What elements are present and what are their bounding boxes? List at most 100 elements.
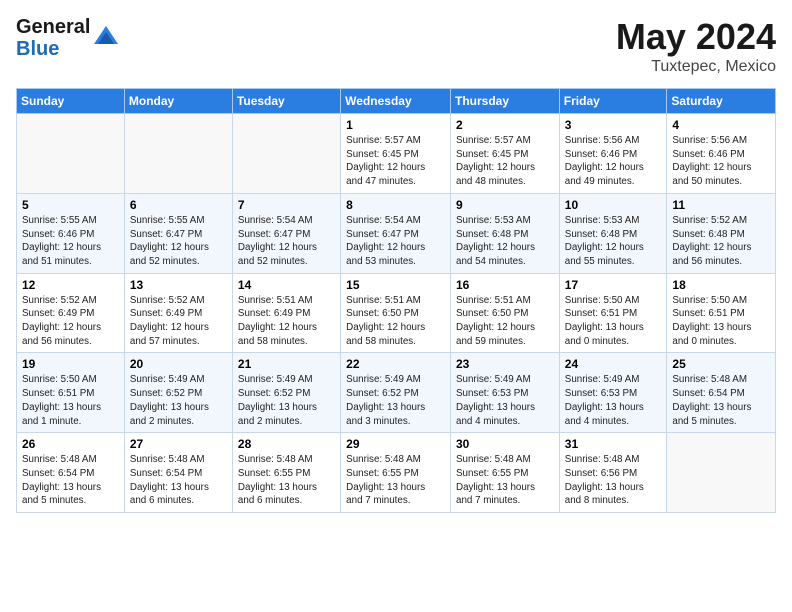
day-number: 15 xyxy=(346,278,445,292)
day-number: 23 xyxy=(456,357,554,371)
day-number: 30 xyxy=(456,437,554,451)
day-info: Sunrise: 5:54 AM Sunset: 6:47 PM Dayligh… xyxy=(238,214,335,269)
day-number: 17 xyxy=(565,278,662,292)
calendar-table: SundayMondayTuesdayWednesdayThursdayFrid… xyxy=(16,88,776,513)
day-info: Sunrise: 5:50 AM Sunset: 6:51 PM Dayligh… xyxy=(22,373,119,428)
calendar-cell xyxy=(232,114,340,194)
header-thursday: Thursday xyxy=(451,89,560,114)
day-info: Sunrise: 5:54 AM Sunset: 6:47 PM Dayligh… xyxy=(346,214,445,269)
logo-blue: Blue xyxy=(16,38,90,60)
day-number: 21 xyxy=(238,357,335,371)
day-info: Sunrise: 5:53 AM Sunset: 6:48 PM Dayligh… xyxy=(565,214,662,269)
day-info: Sunrise: 5:52 AM Sunset: 6:49 PM Dayligh… xyxy=(130,294,227,349)
day-number: 14 xyxy=(238,278,335,292)
day-number: 8 xyxy=(346,198,445,212)
day-info: Sunrise: 5:51 AM Sunset: 6:50 PM Dayligh… xyxy=(346,294,445,349)
calendar-cell: 19Sunrise: 5:50 AM Sunset: 6:51 PM Dayli… xyxy=(17,353,125,433)
logo-icon xyxy=(92,24,120,52)
calendar-cell xyxy=(17,114,125,194)
calendar-cell xyxy=(667,433,776,513)
day-info: Sunrise: 5:55 AM Sunset: 6:46 PM Dayligh… xyxy=(22,214,119,269)
day-number: 13 xyxy=(130,278,227,292)
day-number: 1 xyxy=(346,118,445,132)
day-info: Sunrise: 5:50 AM Sunset: 6:51 PM Dayligh… xyxy=(672,294,770,349)
calendar-cell xyxy=(124,114,232,194)
calendar-cell: 8 Sunrise: 5:54 AM Sunset: 6:47 PM Daylig… xyxy=(341,193,451,273)
page-header: General Blue May 2024 Tuxtepec, Mexico xyxy=(16,16,776,76)
week-row-4: 26Sunrise: 5:48 AM Sunset: 6:54 PM Dayli… xyxy=(17,433,776,513)
calendar-header-row: SundayMondayTuesdayWednesdayThursdayFrid… xyxy=(17,89,776,114)
day-number: 11 xyxy=(672,198,770,212)
day-info: Sunrise: 5:49 AM Sunset: 6:52 PM Dayligh… xyxy=(238,373,335,428)
calendar-cell: 1 Sunrise: 5:57 AM Sunset: 6:45 PM Daylig… xyxy=(341,114,451,194)
logo-general: General xyxy=(16,16,90,38)
calendar-cell: 22Sunrise: 5:49 AM Sunset: 6:52 PM Dayli… xyxy=(341,353,451,433)
day-number: 16 xyxy=(456,278,554,292)
week-row-0: 1 Sunrise: 5:57 AM Sunset: 6:45 PM Daylig… xyxy=(17,114,776,194)
calendar-cell: 11 Sunrise: 5:52 AM Sunset: 6:48 PM Dayli… xyxy=(667,193,776,273)
day-info: Sunrise: 5:49 AM Sunset: 6:53 PM Dayligh… xyxy=(565,373,662,428)
calendar-cell: 28Sunrise: 5:48 AM Sunset: 6:55 PM Dayli… xyxy=(232,433,340,513)
header-friday: Friday xyxy=(559,89,667,114)
day-number: 5 xyxy=(22,198,119,212)
day-info: Sunrise: 5:50 AM Sunset: 6:51 PM Dayligh… xyxy=(565,294,662,349)
day-number: 29 xyxy=(346,437,445,451)
day-number: 31 xyxy=(565,437,662,451)
day-number: 12 xyxy=(22,278,119,292)
week-row-1: 5 Sunrise: 5:55 AM Sunset: 6:46 PM Daylig… xyxy=(17,193,776,273)
calendar-cell: 24Sunrise: 5:49 AM Sunset: 6:53 PM Dayli… xyxy=(559,353,667,433)
day-info: Sunrise: 5:55 AM Sunset: 6:47 PM Dayligh… xyxy=(130,214,227,269)
day-info: Sunrise: 5:57 AM Sunset: 6:45 PM Dayligh… xyxy=(456,134,554,189)
calendar-cell: 31 Sunrise: 5:48 AM Sunset: 6:56 PM Dayli… xyxy=(559,433,667,513)
calendar-cell: 6Sunrise: 5:55 AM Sunset: 6:47 PM Daylig… xyxy=(124,193,232,273)
calendar-cell: 9 Sunrise: 5:53 AM Sunset: 6:48 PM Daylig… xyxy=(451,193,560,273)
day-info: Sunrise: 5:48 AM Sunset: 6:54 PM Dayligh… xyxy=(672,373,770,428)
calendar-cell: 25Sunrise: 5:48 AM Sunset: 6:54 PM Dayli… xyxy=(667,353,776,433)
day-info: Sunrise: 5:52 AM Sunset: 6:48 PM Dayligh… xyxy=(672,214,770,269)
day-info: Sunrise: 5:53 AM Sunset: 6:48 PM Dayligh… xyxy=(456,214,554,269)
calendar-cell: 10Sunrise: 5:53 AM Sunset: 6:48 PM Dayli… xyxy=(559,193,667,273)
calendar-cell: 2 Sunrise: 5:57 AM Sunset: 6:45 PM Daylig… xyxy=(451,114,560,194)
calendar-cell: 5 Sunrise: 5:55 AM Sunset: 6:46 PM Daylig… xyxy=(17,193,125,273)
calendar-cell: 17 Sunrise: 5:50 AM Sunset: 6:51 PM Dayli… xyxy=(559,273,667,353)
calendar-cell: 7 Sunrise: 5:54 AM Sunset: 6:47 PM Daylig… xyxy=(232,193,340,273)
calendar-cell: 12 Sunrise: 5:52 AM Sunset: 6:49 PM Dayli… xyxy=(17,273,125,353)
header-tuesday: Tuesday xyxy=(232,89,340,114)
title-block: May 2024 Tuxtepec, Mexico xyxy=(616,16,776,76)
day-info: Sunrise: 5:52 AM Sunset: 6:49 PM Dayligh… xyxy=(22,294,119,349)
day-number: 9 xyxy=(456,198,554,212)
header-monday: Monday xyxy=(124,89,232,114)
day-number: 7 xyxy=(238,198,335,212)
day-number: 2 xyxy=(456,118,554,132)
calendar-cell: 20Sunrise: 5:49 AM Sunset: 6:52 PM Dayli… xyxy=(124,353,232,433)
week-row-2: 12 Sunrise: 5:52 AM Sunset: 6:49 PM Dayli… xyxy=(17,273,776,353)
day-info: Sunrise: 5:51 AM Sunset: 6:49 PM Dayligh… xyxy=(238,294,335,349)
calendar-cell: 27Sunrise: 5:48 AM Sunset: 6:54 PM Dayli… xyxy=(124,433,232,513)
day-number: 28 xyxy=(238,437,335,451)
calendar-cell: 15 Sunrise: 5:51 AM Sunset: 6:50 PM Dayli… xyxy=(341,273,451,353)
calendar-cell: 23 Sunrise: 5:49 AM Sunset: 6:53 PM Dayli… xyxy=(451,353,560,433)
calendar-cell: 16 Sunrise: 5:51 AM Sunset: 6:50 PM Dayli… xyxy=(451,273,560,353)
day-info: Sunrise: 5:51 AM Sunset: 6:50 PM Dayligh… xyxy=(456,294,554,349)
day-number: 20 xyxy=(130,357,227,371)
calendar-cell: 4 Sunrise: 5:56 AM Sunset: 6:46 PM Daylig… xyxy=(667,114,776,194)
header-sunday: Sunday xyxy=(17,89,125,114)
day-info: Sunrise: 5:56 AM Sunset: 6:46 PM Dayligh… xyxy=(672,134,770,189)
header-wednesday: Wednesday xyxy=(341,89,451,114)
day-info: Sunrise: 5:57 AM Sunset: 6:45 PM Dayligh… xyxy=(346,134,445,189)
day-info: Sunrise: 5:48 AM Sunset: 6:56 PM Dayligh… xyxy=(565,453,662,508)
day-info: Sunrise: 5:49 AM Sunset: 6:53 PM Dayligh… xyxy=(456,373,554,428)
day-info: Sunrise: 5:48 AM Sunset: 6:55 PM Dayligh… xyxy=(346,453,445,508)
title-location: Tuxtepec, Mexico xyxy=(616,58,776,76)
calendar-cell: 3Sunrise: 5:56 AM Sunset: 6:46 PM Daylig… xyxy=(559,114,667,194)
week-row-3: 19Sunrise: 5:50 AM Sunset: 6:51 PM Dayli… xyxy=(17,353,776,433)
calendar-cell: 21 Sunrise: 5:49 AM Sunset: 6:52 PM Dayli… xyxy=(232,353,340,433)
logo: General Blue xyxy=(16,16,120,60)
title-month: May 2024 xyxy=(616,16,776,58)
calendar-cell: 26Sunrise: 5:48 AM Sunset: 6:54 PM Dayli… xyxy=(17,433,125,513)
day-number: 18 xyxy=(672,278,770,292)
calendar-cell: 30 Sunrise: 5:48 AM Sunset: 6:55 PM Dayli… xyxy=(451,433,560,513)
day-number: 4 xyxy=(672,118,770,132)
calendar-cell: 13 Sunrise: 5:52 AM Sunset: 6:49 PM Dayli… xyxy=(124,273,232,353)
day-info: Sunrise: 5:48 AM Sunset: 6:55 PM Dayligh… xyxy=(456,453,554,508)
